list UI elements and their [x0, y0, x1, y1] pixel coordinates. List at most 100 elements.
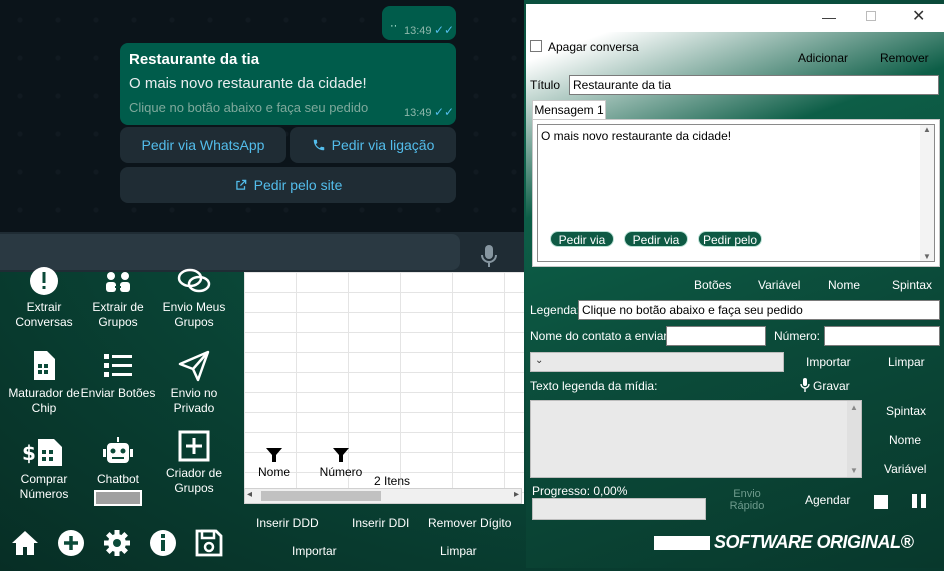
tool-chatbot[interactable]: Chatbot	[80, 436, 156, 506]
media-select[interactable]: ⌄	[530, 352, 784, 372]
apagar-conversa-checkbox[interactable]	[530, 40, 542, 52]
add-circle-icon[interactable]	[56, 528, 86, 558]
scroll-up-icon[interactable]: ▲	[923, 125, 931, 134]
window-titlebar: — ✕	[526, 4, 944, 32]
scroll-up-icon[interactable]: ▲	[850, 403, 858, 412]
tool-criador-grupos[interactable]: Criador de Grupos	[156, 430, 232, 496]
inserir-ddi-button[interactable]: Inserir DDI	[352, 516, 409, 530]
filter-label: Número	[319, 465, 363, 479]
agendar-button[interactable]: Agendar	[805, 493, 850, 507]
plus-box-icon	[178, 430, 210, 462]
chatbot-toggle[interactable]	[94, 490, 142, 506]
group-extract-icon	[106, 272, 130, 292]
titulo-input[interactable]: Restaurante da tia	[569, 75, 939, 95]
close-icon[interactable]: ✕	[912, 6, 925, 26]
scroll-right-icon[interactable]: ▸	[514, 489, 519, 500]
message-textarea[interactable]: O mais novo restaurante da cidade! Pedir…	[537, 124, 935, 262]
minimize-icon[interactable]: —	[822, 9, 836, 25]
scroll-down-icon[interactable]: ▼	[923, 252, 931, 261]
tool-envio-privado[interactable]: Envio no Privado	[156, 350, 232, 416]
adicionar-button[interactable]: Adicionar	[798, 51, 848, 65]
progress-label: Progresso: 0,00%	[532, 484, 628, 498]
pause-icon[interactable]	[912, 494, 926, 508]
settings-icon[interactable]	[102, 528, 132, 558]
filter-nome[interactable]: Nome	[256, 448, 292, 479]
legenda-input[interactable]: Clique no botão abaixo e faça seu pedido	[578, 300, 940, 320]
vertical-scrollbar[interactable]: ▲ ▼	[847, 401, 861, 477]
gravar-button[interactable]: Gravar	[813, 379, 850, 393]
texto-legenda-label: Texto legenda da mídia:	[530, 379, 658, 393]
message-time: 13:49	[404, 25, 432, 37]
buy-numbers-icon: $	[22, 439, 62, 466]
info-icon[interactable]	[148, 528, 178, 558]
stop-icon[interactable]	[874, 495, 888, 509]
caption-variavel-button[interactable]: Variável	[884, 462, 926, 476]
microphone-icon[interactable]	[800, 378, 810, 392]
phone-icon	[313, 139, 324, 151]
insert-spintax-button[interactable]: Spintax	[892, 278, 932, 292]
whatsapp-button-1[interactable]: Pedir via WhatsApp	[120, 127, 286, 163]
media-importar-button[interactable]: Importar	[806, 355, 851, 369]
filter-icon	[266, 448, 282, 462]
brand-bar	[654, 536, 710, 550]
insert-variavel-button[interactable]: Variável	[758, 278, 800, 292]
nome-contato-input[interactable]	[666, 326, 766, 346]
tool-label: Criador de Grupos	[165, 466, 223, 495]
envio-rapido-button[interactable]: Envio Rápido	[726, 488, 768, 512]
limpar-button[interactable]: Limpar	[440, 544, 477, 558]
media-limpar-button[interactable]: Limpar	[888, 355, 925, 369]
tool-label: Extrair de Grupos	[92, 300, 144, 329]
sim-card-icon	[34, 351, 55, 380]
message-body: O mais novo restaurante da cidade!	[129, 75, 367, 92]
inserir-ddd-button[interactable]: Inserir DDD	[256, 516, 319, 530]
filter-icon	[333, 448, 349, 462]
filter-numero[interactable]: Número	[318, 448, 364, 479]
importar-button[interactable]: Importar	[292, 544, 337, 558]
filter-label: Nome	[257, 465, 290, 479]
call-button-label: Pedir via ligação	[331, 137, 435, 153]
home-icon[interactable]	[10, 528, 40, 558]
preview-button-2[interactable]: Pedir via	[624, 231, 688, 247]
message-input[interactable]	[0, 234, 460, 270]
microphone-icon[interactable]	[480, 244, 498, 268]
tool-comprar-numeros[interactable]: $ Comprar Números	[6, 436, 82, 502]
svg-text:$: $	[22, 441, 36, 465]
insert-nome-button[interactable]: Nome	[828, 278, 860, 292]
horizontal-scrollbar[interactable]: ◂ ▸	[244, 488, 522, 504]
maximize-icon[interactable]	[866, 11, 876, 21]
tool-extrair-grupos[interactable]: Extrair de Grupos	[80, 266, 156, 330]
tool-label: Envio Meus Grupos	[162, 300, 226, 329]
save-icon[interactable]	[194, 528, 224, 558]
apagar-conversa-label: Apagar conversa	[548, 40, 639, 54]
numero-input[interactable]	[824, 326, 940, 346]
tool-extrair-conversas[interactable]: Extrair Conversas	[6, 266, 82, 330]
media-caption-textarea[interactable]: ▲ ▼	[530, 400, 862, 478]
read-check-icon: ✓✓	[434, 23, 455, 37]
tool-enviar-botoes[interactable]: Enviar Botões	[80, 350, 156, 401]
scroll-down-icon[interactable]: ▼	[850, 466, 858, 475]
message-bubble: Restaurante da tia O mais novo restauran…	[120, 43, 456, 125]
caption-nome-button[interactable]: Nome	[889, 433, 921, 447]
preview-button-1[interactable]: Pedir via	[550, 231, 614, 247]
insert-botoes-button[interactable]: Botões	[694, 278, 731, 292]
remover-digito-button[interactable]: Remover Dígito	[428, 516, 511, 530]
scroll-left-icon[interactable]: ◂	[247, 489, 252, 500]
previous-message-bubble: ·· 13:49 ✓✓	[382, 6, 456, 40]
tool-maturador-chip[interactable]: Maturador de Chip	[6, 350, 82, 416]
message-tab-panel: O mais novo restaurante da cidade! Pedir…	[532, 119, 940, 267]
call-button[interactable]: Pedir via ligação	[290, 127, 456, 163]
tool-envio-meus-grupos[interactable]: Envio Meus Grupos	[156, 266, 232, 330]
external-link-icon	[235, 179, 246, 190]
scroll-thumb[interactable]	[261, 491, 381, 501]
chat-bubbles-icon	[177, 268, 211, 293]
preview-button-3[interactable]: Pedir pelo	[698, 231, 762, 247]
item-count: 2 Itens	[374, 474, 411, 488]
message-editor-window: — ✕ Apagar conversa Adicionar Remover Tí…	[526, 4, 944, 568]
remover-button[interactable]: Remover	[880, 51, 929, 65]
vertical-scrollbar[interactable]: ▲ ▼	[920, 125, 934, 261]
site-button[interactable]: Pedir pelo site	[120, 167, 456, 203]
caption-spintax-button[interactable]: Spintax	[886, 404, 926, 418]
tool-label: Envio no Privado	[170, 386, 218, 415]
tab-mensagem-1[interactable]: Mensagem 1	[532, 100, 606, 120]
read-check-icon: ✓✓	[434, 105, 455, 119]
